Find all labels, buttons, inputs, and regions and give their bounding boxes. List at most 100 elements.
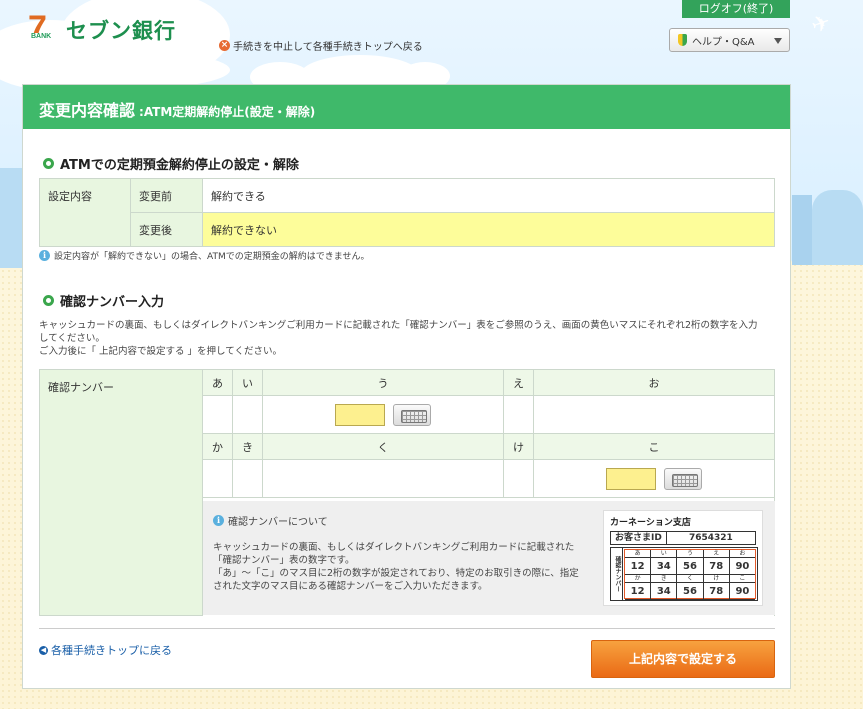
info-icon: i <box>39 250 50 261</box>
confirm-description: キャッシュカードの裏面、もしくはダイレクトバンキングご利用カードに記載された「確… <box>39 319 777 358</box>
kana-header: い <box>231 369 263 396</box>
number-cell-ki <box>231 459 263 498</box>
confirm-number-input-ko[interactable] <box>606 467 657 490</box>
kana-header: う <box>261 369 504 396</box>
logo-sub: BANK <box>30 33 53 40</box>
info-icon: i <box>213 515 224 526</box>
bullet-ring-icon <box>43 295 54 306</box>
sample-num: 90 <box>729 558 756 575</box>
after-value: 解約できない <box>202 212 775 247</box>
sample-num: 34 <box>651 583 678 600</box>
sample-kana-row: か き く け こ <box>625 575 756 583</box>
page-subtitle: :ATM定期解約停止(設定・解除) <box>139 105 316 119</box>
software-keyboard-button[interactable] <box>392 403 431 426</box>
abort-link-label: 手続きを中止して各種手続きトップへ戻る <box>233 42 423 53</box>
sample-num: 78 <box>703 583 730 600</box>
number-cell-ko <box>532 459 776 498</box>
building-decoration <box>0 168 22 268</box>
sample-kana: あ <box>625 550 652 558</box>
building-decoration <box>812 190 863 265</box>
confirm-number-label: 確認ナンバー <box>39 369 203 616</box>
number-cell-u <box>261 395 504 434</box>
sample-number-grid: 確認ナンバー あ い う え お 12 34 56 78 90 か き く け … <box>610 547 758 601</box>
about-heading-text: 確認ナンバーについて <box>228 517 328 528</box>
sample-kana: こ <box>729 575 756 583</box>
building-decoration <box>792 195 812 265</box>
about-line: 「確認ナンバー」表の数字です。 <box>213 555 355 566</box>
after-label: 変更後 <box>130 212 203 247</box>
kana-header: お <box>532 369 776 396</box>
sample-num: 78 <box>703 558 730 575</box>
sample-cust-label: お客さまID <box>611 532 667 544</box>
sample-side-label: 確認ナンバー <box>611 548 623 600</box>
number-cell-ku <box>261 459 504 498</box>
section-heading-confirm: 確認ナンバー入力 <box>43 291 164 310</box>
sample-num-row: 12 34 56 78 90 <box>625 558 756 575</box>
sample-kana: う <box>677 550 704 558</box>
kana-header: く <box>261 433 504 460</box>
sample-kana: お <box>729 550 756 558</box>
chevron-down-icon <box>774 38 782 44</box>
sample-kana: き <box>651 575 678 583</box>
sample-kana-row: あ い う え お <box>625 550 756 558</box>
number-cell-e <box>502 395 534 434</box>
sample-cust-id: 7654321 <box>688 533 733 543</box>
bank-name: セブン銀行 <box>66 19 176 43</box>
section-heading-label: 確認ナンバー入力 <box>60 295 165 310</box>
close-icon: × <box>219 40 230 51</box>
submit-button[interactable]: 上記内容で設定する <box>591 640 775 678</box>
kana-header: あ <box>202 369 233 396</box>
airplane-icon: ✈ <box>808 9 835 40</box>
bullet-ring-icon <box>43 158 54 169</box>
sample-num: 56 <box>677 558 704 575</box>
main-panel: 変更内容確認 :ATM定期解約停止(設定・解除) ATMでの定期預金解約停止の設… <box>22 84 791 689</box>
software-keyboard-button[interactable] <box>663 467 702 490</box>
sample-card-image: カーネーション支店 お客さまID 7654321 確認ナンバー あ い う え … <box>603 510 763 606</box>
sample-num: 34 <box>651 558 678 575</box>
setting-row-label: 設定内容 <box>39 178 131 247</box>
sample-kana: く <box>677 575 704 583</box>
desc-line: キャッシュカードの裏面、もしくはダイレクトバンキングご利用カードに記載された「確… <box>39 320 758 331</box>
kana-header: こ <box>532 433 776 460</box>
help-dropdown[interactable]: ヘルプ・Q&A <box>669 28 790 52</box>
sample-branch: カーネーション支店 <box>610 518 691 528</box>
before-value: 解約できる <box>202 178 775 213</box>
confirm-number-input-u[interactable] <box>335 403 386 426</box>
sample-num: 12 <box>625 558 652 575</box>
about-line: 「あ」～「こ」のマス目に2桁の数字が設定されており、特定のお取引きの際に、指定 <box>213 568 579 579</box>
about-line: キャッシュカードの裏面、もしくはダイレクトバンキングご利用カードに記載された <box>213 542 575 553</box>
sample-kana: け <box>703 575 730 583</box>
number-cell-ke <box>502 459 534 498</box>
before-label: 変更前 <box>130 178 203 213</box>
kana-header: け <box>502 433 534 460</box>
divider <box>39 628 775 629</box>
sample-grid-rows: あ い う え お 12 34 56 78 90 か き く け こ 12 34… <box>624 549 756 600</box>
sample-num-row: 12 34 56 78 90 <box>625 583 756 600</box>
kana-header: き <box>231 433 263 460</box>
sample-num: 90 <box>729 583 756 600</box>
about-line: された文字のマス目にある確認ナンバーをご入力いただきます。 <box>213 581 488 592</box>
beginner-leaf-icon <box>678 34 687 46</box>
logout-button[interactable]: ログオフ(終了) <box>682 0 790 18</box>
number-cell-i <box>231 395 263 434</box>
number-cell-o <box>532 395 776 434</box>
bank-logo[interactable]: 7 BANK セブン銀行 <box>28 11 176 47</box>
sample-customer-id: お客さまID 7654321 <box>610 531 756 545</box>
sample-kana: か <box>625 575 652 583</box>
number-cell-ka <box>202 459 233 498</box>
arrow-left-icon: ◀ <box>39 645 48 655</box>
about-body: キャッシュカードの裏面、もしくはダイレクトバンキングご利用カードに記載された 「… <box>213 541 593 593</box>
section-heading-atm: ATMでの定期預金解約停止の設定・解除 <box>43 154 299 173</box>
page-title-bar: 変更内容確認 :ATM定期解約停止(設定・解除) <box>23 85 790 129</box>
section-heading-label: ATMでの定期預金解約停止の設定・解除 <box>60 158 299 173</box>
setting-note-text: 設定内容が「解約できない」の場合、ATMでの定期預金の解約はできません。 <box>54 252 370 262</box>
back-link-label: 各種手続きトップに戻る <box>51 644 172 657</box>
kana-header: え <box>502 369 534 396</box>
kana-header: か <box>202 433 233 460</box>
number-cell-a <box>202 395 233 434</box>
seven-logo-icon: 7 BANK <box>28 11 56 47</box>
back-to-top-link[interactable]: ◀ 各種手続きトップに戻る <box>39 642 172 658</box>
abort-link[interactable]: × 手続きを中止して各種手続きトップへ戻る <box>219 38 423 53</box>
setting-note: i 設定内容が「解約できない」の場合、ATMでの定期預金の解約はできません。 <box>39 249 369 262</box>
help-dropdown-label: ヘルプ・Q&A <box>692 36 755 48</box>
